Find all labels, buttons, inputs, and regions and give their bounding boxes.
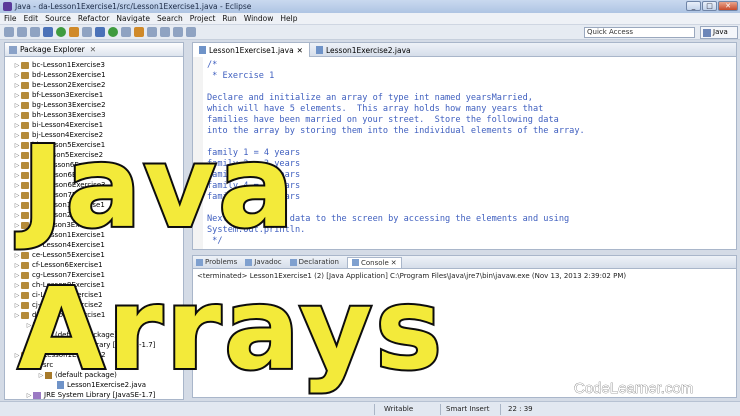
tab-lesson1exercise1[interactable]: Lesson1Exercise1.java ✕	[193, 43, 310, 57]
debug-icon[interactable]	[43, 27, 53, 37]
run-icon[interactable]	[56, 27, 66, 37]
next-annotation-icon[interactable]	[147, 27, 157, 37]
chevron-right-icon[interactable]: ▷	[13, 62, 21, 69]
chevron-right-icon[interactable]: ▷	[13, 82, 21, 89]
open-type-icon[interactable]	[121, 27, 131, 37]
previous-annotation-icon[interactable]	[160, 27, 170, 37]
project-icon	[21, 101, 29, 109]
project-icon	[21, 91, 29, 99]
codelearner-brand: CodeLearner.com	[574, 380, 694, 398]
close-icon[interactable]: ✕	[297, 46, 303, 55]
menu-window[interactable]: Window	[244, 14, 274, 23]
menu-edit[interactable]: Edit	[24, 14, 39, 23]
tree-item[interactable]: ▷ be-Lesson2Exercise2	[5, 80, 183, 90]
chevron-right-icon[interactable]: ▷	[13, 142, 21, 149]
java-file-icon	[199, 46, 206, 54]
tree-item-label: bd-Lesson2Exercise1	[32, 71, 106, 79]
chevron-right-icon[interactable]: ▷	[13, 122, 21, 129]
tree-item-label: bc-Lesson1Exercise3	[32, 61, 105, 69]
maximize-button[interactable]: □	[702, 1, 717, 11]
chevron-right-icon[interactable]: ▷	[13, 192, 21, 199]
tree-item-label: be-Lesson2Exercise2	[32, 81, 106, 89]
new-package-icon[interactable]	[95, 27, 105, 37]
editor-tabs: Lesson1Exercise1.java ✕ Lesson1Exercise2…	[193, 43, 736, 57]
tree-item[interactable]: ▷ bd-Lesson2Exercise1	[5, 70, 183, 80]
package-explorer-title: Package Explorer	[20, 45, 85, 54]
status-separator	[440, 404, 441, 415]
new-java-project-icon[interactable]	[82, 27, 92, 37]
new-class-icon[interactable]	[108, 27, 118, 37]
tab-label: Lesson1Exercise1.java	[209, 45, 294, 55]
chevron-right-icon[interactable]: ▷	[13, 242, 21, 249]
tree-item-label: bh-Lesson3Exercise3	[32, 111, 106, 119]
new-icon[interactable]	[4, 27, 14, 37]
menu-refactor[interactable]: Refactor	[78, 14, 109, 23]
window-controls: _ □ ✕	[686, 1, 738, 11]
back-icon[interactable]	[173, 27, 183, 37]
overlay-title-arrays: Arrays	[16, 265, 445, 395]
eclipse-icon	[3, 2, 12, 11]
chevron-right-icon[interactable]: ▷	[13, 102, 21, 109]
tree-item[interactable]: ▷ bc-Lesson1Exercise3	[5, 60, 183, 70]
tab-lesson1exercise2[interactable]: Lesson1Exercise2.java	[310, 43, 417, 57]
print-icon[interactable]	[30, 27, 40, 37]
chevron-right-icon[interactable]: ▷	[13, 212, 21, 219]
project-icon	[21, 111, 29, 119]
chevron-right-icon[interactable]: ▷	[13, 172, 21, 179]
java-perspective-button[interactable]: Java	[700, 26, 738, 39]
status-separator	[500, 404, 501, 415]
chevron-right-icon[interactable]: ▷	[13, 162, 21, 169]
chevron-right-icon[interactable]: ▷	[13, 152, 21, 159]
overlay-title-java: Java	[20, 123, 296, 253]
chevron-right-icon[interactable]: ▷	[13, 132, 21, 139]
java-perspective-icon	[703, 29, 711, 37]
chevron-right-icon[interactable]: ▷	[13, 232, 21, 239]
close-icon[interactable]: ✕	[90, 45, 96, 54]
quick-access-input[interactable]: Quick Access	[584, 27, 695, 38]
chevron-right-icon[interactable]: ▷	[13, 202, 21, 209]
project-icon	[21, 71, 29, 79]
chevron-right-icon[interactable]: ▷	[13, 112, 21, 119]
search-icon[interactable]	[134, 27, 144, 37]
tree-item[interactable]: ▷ bg-Lesson3Exercise2	[5, 100, 183, 110]
menu-run[interactable]: Run	[222, 14, 236, 23]
window-title: Java - da-Lesson1Exercise1/src/Lesson1Ex…	[15, 2, 252, 11]
status-bar: Writable Smart Insert 22 : 39	[0, 401, 740, 416]
menu-bar: File Edit Source Refactor Navigate Searc…	[0, 13, 740, 25]
forward-icon[interactable]	[186, 27, 196, 37]
package-explorer-tab[interactable]: Package Explorer ✕	[5, 43, 183, 57]
save-icon[interactable]	[17, 27, 27, 37]
chevron-right-icon[interactable]: ▷	[13, 92, 21, 99]
minimize-button[interactable]: _	[686, 1, 701, 11]
menu-help[interactable]: Help	[280, 14, 297, 23]
project-icon	[21, 61, 29, 69]
perspective-label: Java	[713, 28, 728, 36]
tree-item-label: bf-Lesson3Exercise1	[32, 91, 104, 99]
chevron-right-icon[interactable]: ▷	[13, 252, 21, 259]
external-tools-icon[interactable]	[69, 27, 79, 37]
chevron-right-icon[interactable]: ▷	[13, 72, 21, 79]
chevron-right-icon[interactable]: ▷	[13, 222, 21, 229]
package-explorer-icon	[9, 45, 17, 54]
java-file-icon	[315, 46, 323, 54]
menu-project[interactable]: Project	[190, 14, 216, 23]
tree-item-label: bg-Lesson3Exercise2	[32, 101, 106, 109]
window-titlebar: Java - da-Lesson1Exercise1/src/Lesson1Ex…	[0, 0, 740, 13]
tab-label: Lesson1Exercise2.java	[325, 45, 411, 55]
tree-item[interactable]: ▷ bh-Lesson3Exercise3	[5, 110, 183, 120]
menu-source[interactable]: Source	[45, 14, 71, 23]
menu-navigate[interactable]: Navigate	[116, 14, 150, 23]
status-insert-mode: Smart Insert	[446, 405, 490, 413]
project-icon	[21, 81, 29, 89]
tree-item[interactable]: ▷ bf-Lesson3Exercise1	[5, 90, 183, 100]
status-separator	[374, 404, 375, 415]
menu-file[interactable]: File	[4, 14, 17, 23]
status-cursor-position: 22 : 39	[508, 405, 533, 413]
close-button[interactable]: ✕	[718, 1, 738, 11]
menu-search[interactable]: Search	[157, 14, 183, 23]
status-writable: Writable	[384, 405, 414, 413]
chevron-right-icon[interactable]: ▷	[13, 182, 21, 189]
